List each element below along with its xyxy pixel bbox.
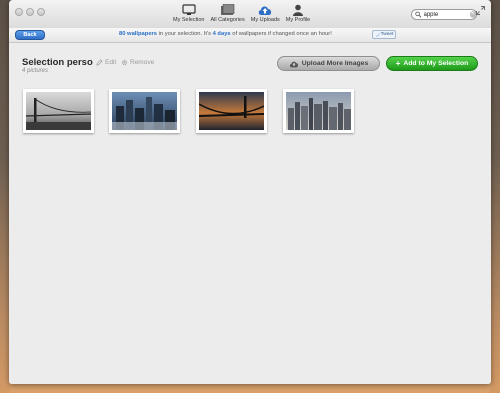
back-button[interactable]: Back [15,30,45,40]
remove-label: Remove [130,59,155,66]
pencil-icon [96,59,103,66]
edit-button[interactable]: Edit [96,59,116,66]
app-window: My Selection All Categories My Uploads M… [9,0,491,384]
upload-label: Upload More Images [301,60,369,67]
desktop-background-right [490,0,500,393]
bridge-photo [25,92,92,130]
tweet-label: Tweet [380,32,394,37]
bird-icon [374,32,380,36]
city-photo [112,92,177,130]
thumbnail-manhattan[interactable] [283,89,354,133]
add-label: Add to My Selection [403,60,469,67]
edit-label: Edit [105,59,117,66]
thumbnail-golden-gate[interactable] [23,89,94,133]
info-text-mid: in your selection. It's [157,31,213,37]
remove-button[interactable]: Remove [121,59,154,66]
folders-icon [220,3,236,16]
plus-icon: + [395,58,401,68]
cloud-upload-icon [289,61,298,67]
nav-label: My Profile [285,17,311,23]
sunset-bridge-photo [198,92,265,130]
nav-my-uploads[interactable]: My Uploads [251,3,280,23]
minimize-window-button[interactable] [26,8,34,16]
toolbar-nav: My Selection All Categories My Uploads M… [173,3,316,23]
tweet-button[interactable]: Tweet [372,30,396,39]
titlebar: My Selection All Categories My Uploads M… [9,0,491,29]
nav-label: My Uploads [250,17,280,23]
selection-title: Selection perso [22,57,93,68]
selection-info-text: 80 wallpapers in your selection. It's 4 … [119,31,332,37]
nav-my-selection[interactable]: My Selection [173,3,205,23]
nav-label: All Categories [210,17,245,23]
add-to-selection-button[interactable]: + Add to My Selection [386,56,478,71]
cloud-upload-icon [257,3,273,16]
skyline-photo [286,92,351,130]
selection-count: 4 pictures [22,68,49,74]
nav-label: My Selection [173,17,205,23]
nav-all-categories[interactable]: All Categories [211,3,245,23]
search-input[interactable] [421,10,468,19]
wallpaper-count: 80 wallpapers [119,31,158,37]
main-content: Selection perso 4 pictures Edit Remove U… [9,43,491,384]
info-text-end: of wallpapers if changed once an hour! [230,31,332,37]
upload-more-images-button[interactable]: Upload More Images [277,56,380,71]
fullscreen-icon[interactable] [476,6,485,15]
close-window-button[interactable] [15,8,23,16]
monitor-icon [181,3,197,16]
nav-my-profile[interactable]: My Profile [286,3,310,23]
days-count: 4 days [212,31,231,37]
info-bar: Back 80 wallpapers in your selection. It… [9,28,491,43]
gear-icon [121,59,128,66]
person-icon [290,3,306,16]
zoom-window-button[interactable] [37,8,45,16]
search-field[interactable]: × [411,9,477,20]
thumbnail-bridge-sunset[interactable] [196,89,267,133]
thumbnail-city-skyline[interactable] [109,89,180,133]
